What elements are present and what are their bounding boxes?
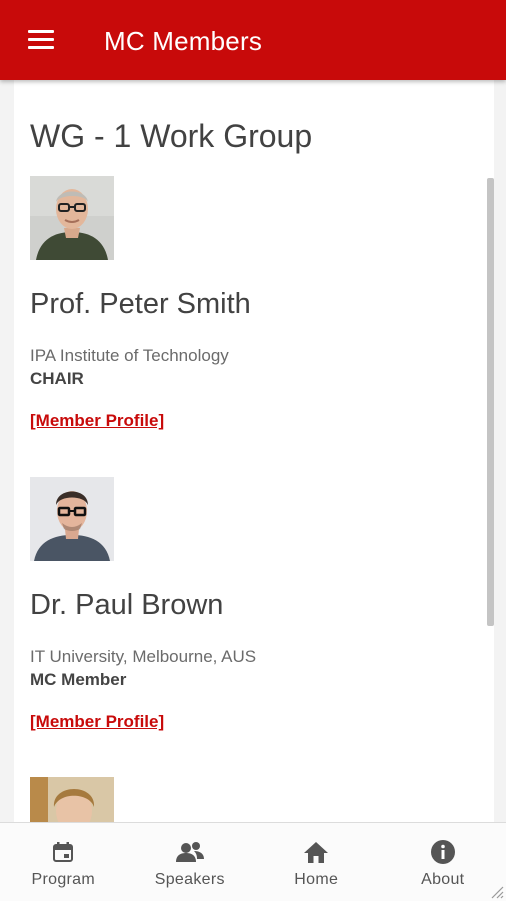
members-content[interactable]: WG - 1 Work Group Prof. Peter Smith IPA … [14, 80, 494, 822]
member-photo [30, 777, 114, 822]
info-icon [430, 839, 456, 865]
nav-label: Program [32, 871, 95, 889]
nav-speakers[interactable]: Speakers [127, 823, 254, 901]
nav-label: Home [294, 871, 338, 889]
member-role: CHAIR [30, 369, 84, 389]
member-photo [30, 477, 114, 561]
speakers-icon [175, 839, 205, 865]
resize-grip-icon[interactable] [488, 883, 504, 899]
member-profile-link[interactable]: [Member Profile] [30, 411, 164, 431]
member-role: MC Member [30, 670, 126, 690]
member-photo [30, 176, 114, 260]
member-name: Dr. Paul Brown [30, 587, 223, 623]
home-icon [303, 839, 329, 865]
app-bar: MC Members [0, 0, 506, 80]
nav-home[interactable]: Home [253, 823, 380, 901]
calendar-icon [51, 839, 75, 865]
page-margin-right [494, 80, 506, 822]
member-affiliation: IT University, Melbourne, AUS [30, 647, 256, 667]
scrollbar[interactable] [486, 80, 494, 822]
bottom-navigation: Program Speakers Home Abou [0, 822, 506, 901]
nav-label: About [421, 871, 464, 889]
hamburger-menu-icon[interactable] [28, 28, 56, 52]
nav-label: Speakers [155, 871, 225, 889]
member-affiliation: IPA Institute of Technology [30, 346, 229, 366]
page-margin-left [0, 80, 14, 822]
member-name: Prof. Peter Smith [30, 286, 251, 322]
scrollbar-thumb[interactable] [487, 178, 494, 626]
page-title: MC Members [104, 24, 262, 58]
nav-program[interactable]: Program [0, 823, 127, 901]
member-profile-link[interactable]: [Member Profile] [30, 712, 164, 732]
work-group-title: WG - 1 Work Group [30, 116, 312, 156]
